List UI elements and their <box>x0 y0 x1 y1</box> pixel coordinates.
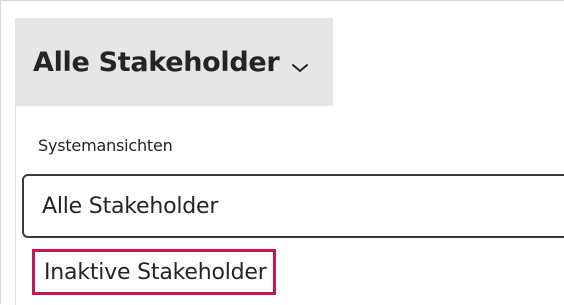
option-inaktive-stakeholder[interactable]: Inaktive Stakeholder <box>32 249 276 295</box>
option-alle-stakeholder[interactable]: Alle Stakeholder <box>22 174 564 238</box>
view-selector-label: Alle Stakeholder <box>33 46 280 78</box>
view-dropdown: Systemansichten Alle Stakeholder Inaktiv… <box>15 106 564 305</box>
chevron-down-icon <box>291 59 309 72</box>
group-header-systemansichten: Systemansichten <box>38 136 173 155</box>
window-frame: Alle Stakeholder Systemansichten Alle St… <box>0 0 564 305</box>
option-label: Inaktive Stakeholder <box>44 259 267 285</box>
view-selector-button[interactable]: Alle Stakeholder <box>15 18 333 106</box>
option-label: Alle Stakeholder <box>42 193 219 219</box>
